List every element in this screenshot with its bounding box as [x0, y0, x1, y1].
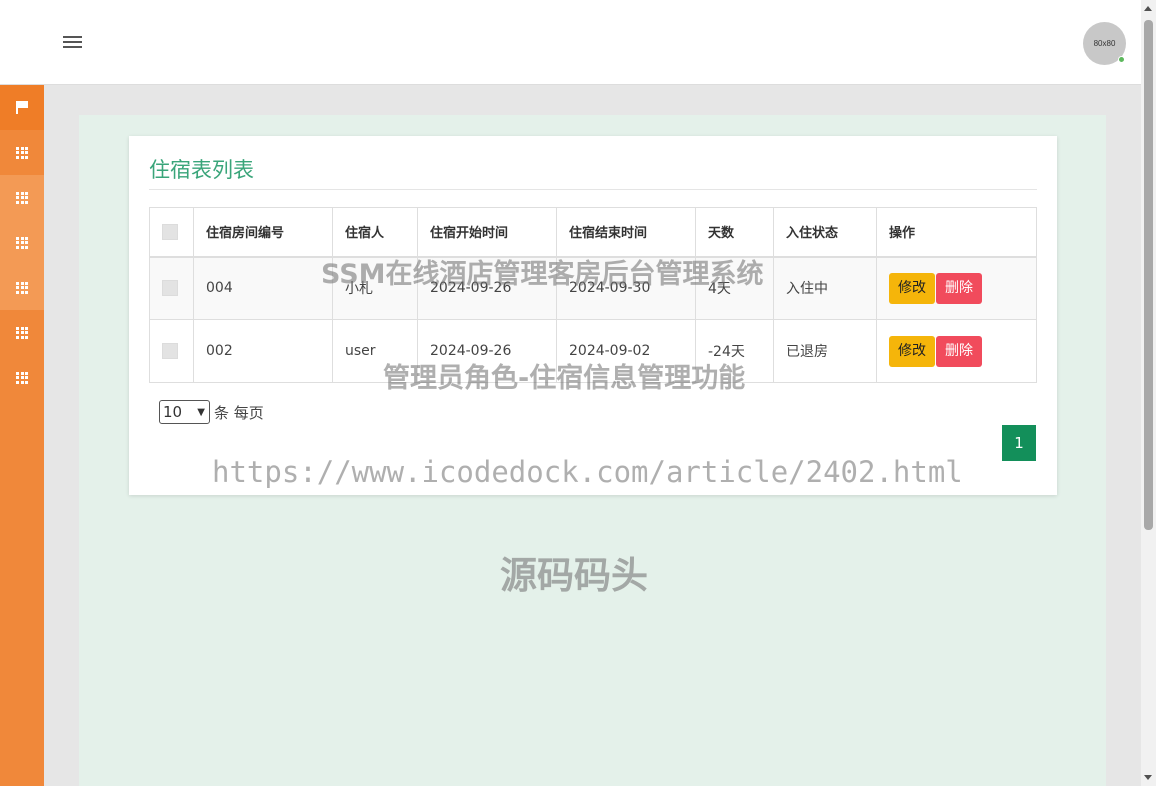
online-status-dot	[1118, 56, 1125, 63]
sidebar-item-2[interactable]	[0, 175, 44, 220]
flag-icon	[16, 101, 28, 114]
scroll-down-arrow-icon[interactable]	[1144, 775, 1152, 780]
grid-icon	[16, 146, 28, 159]
avatar-placeholder-text: 80x80	[1093, 39, 1116, 48]
row-select-cell	[149, 319, 194, 383]
edit-button[interactable]: 修改	[889, 272, 935, 304]
edit-button[interactable]: 修改	[889, 335, 935, 367]
col-guest: 住宿人	[332, 207, 418, 258]
pagination-page-button[interactable]: 1	[1002, 425, 1036, 461]
cell-status: 已退房	[773, 319, 877, 383]
grid-icon	[16, 371, 28, 384]
delete-button[interactable]: 删除	[936, 272, 982, 304]
col-room-number: 住宿房间编号	[193, 207, 333, 258]
page-size-label: 条 每页	[214, 404, 264, 422]
scroll-thumb[interactable]	[1144, 20, 1153, 530]
watermark-line-2: 管理员角色-住宿信息管理功能	[383, 363, 746, 394]
col-start-time: 住宿开始时间	[417, 207, 557, 258]
col-end-time: 住宿结束时间	[556, 207, 696, 258]
title-divider	[149, 189, 1037, 190]
scroll-up-arrow-icon[interactable]	[1144, 6, 1152, 11]
row-checkbox[interactable]	[162, 280, 178, 297]
table-header-row: 住宿房间编号 住宿人 住宿开始时间 住宿结束时间 天数 入住状态 操作	[149, 207, 1037, 258]
select-all-checkbox[interactable]	[162, 223, 178, 240]
select-all-cell	[149, 207, 194, 258]
grid-icon	[16, 326, 28, 339]
cell-room: 004	[193, 256, 333, 320]
user-avatar[interactable]: 80x80	[1083, 22, 1126, 65]
watermark-line-1: SSM在线酒店管理客房后台管理系统	[321, 259, 764, 290]
menu-toggle-icon[interactable]	[63, 36, 82, 50]
col-actions: 操作	[876, 207, 1037, 258]
page-title: 住宿表列表	[149, 158, 254, 182]
watermark-url: https://www.icodedock.com/article/2402.h…	[212, 455, 963, 489]
col-days: 天数	[695, 207, 774, 258]
row-checkbox[interactable]	[162, 343, 178, 359]
sidebar-item-3[interactable]	[0, 220, 44, 265]
watermark-brand: 源码码头	[500, 554, 648, 597]
cell-actions: 修改 删除	[876, 319, 1037, 383]
sidebar	[0, 85, 44, 786]
grid-icon	[16, 191, 28, 204]
grid-icon	[16, 281, 28, 294]
vertical-scrollbar[interactable]	[1141, 0, 1156, 786]
sidebar-item-1[interactable]	[0, 130, 44, 175]
sidebar-item-4[interactable]	[0, 265, 44, 310]
sidebar-item-5[interactable]	[0, 310, 44, 355]
grid-icon	[16, 236, 28, 249]
cell-room: 002	[193, 319, 333, 383]
page-size-value: 10	[163, 403, 183, 421]
sidebar-item-home[interactable]	[0, 85, 44, 130]
row-select-cell	[149, 256, 194, 320]
delete-button[interactable]: 删除	[936, 335, 982, 367]
sidebar-item-6[interactable]	[0, 355, 44, 400]
chevron-down-icon: ▼	[197, 406, 205, 418]
col-status: 入住状态	[773, 207, 877, 258]
cell-status: 入住中	[773, 256, 877, 320]
cell-actions: 修改 删除	[876, 256, 1037, 320]
page-size-select[interactable]: 10 ▼	[159, 400, 210, 424]
accommodation-list-panel: 住宿表列表 住宿房间编号 住宿人 住宿开始时间 住宿结束时间 天数 入住状态 操…	[129, 136, 1057, 495]
top-navbar: 80x80	[0, 0, 1141, 85]
